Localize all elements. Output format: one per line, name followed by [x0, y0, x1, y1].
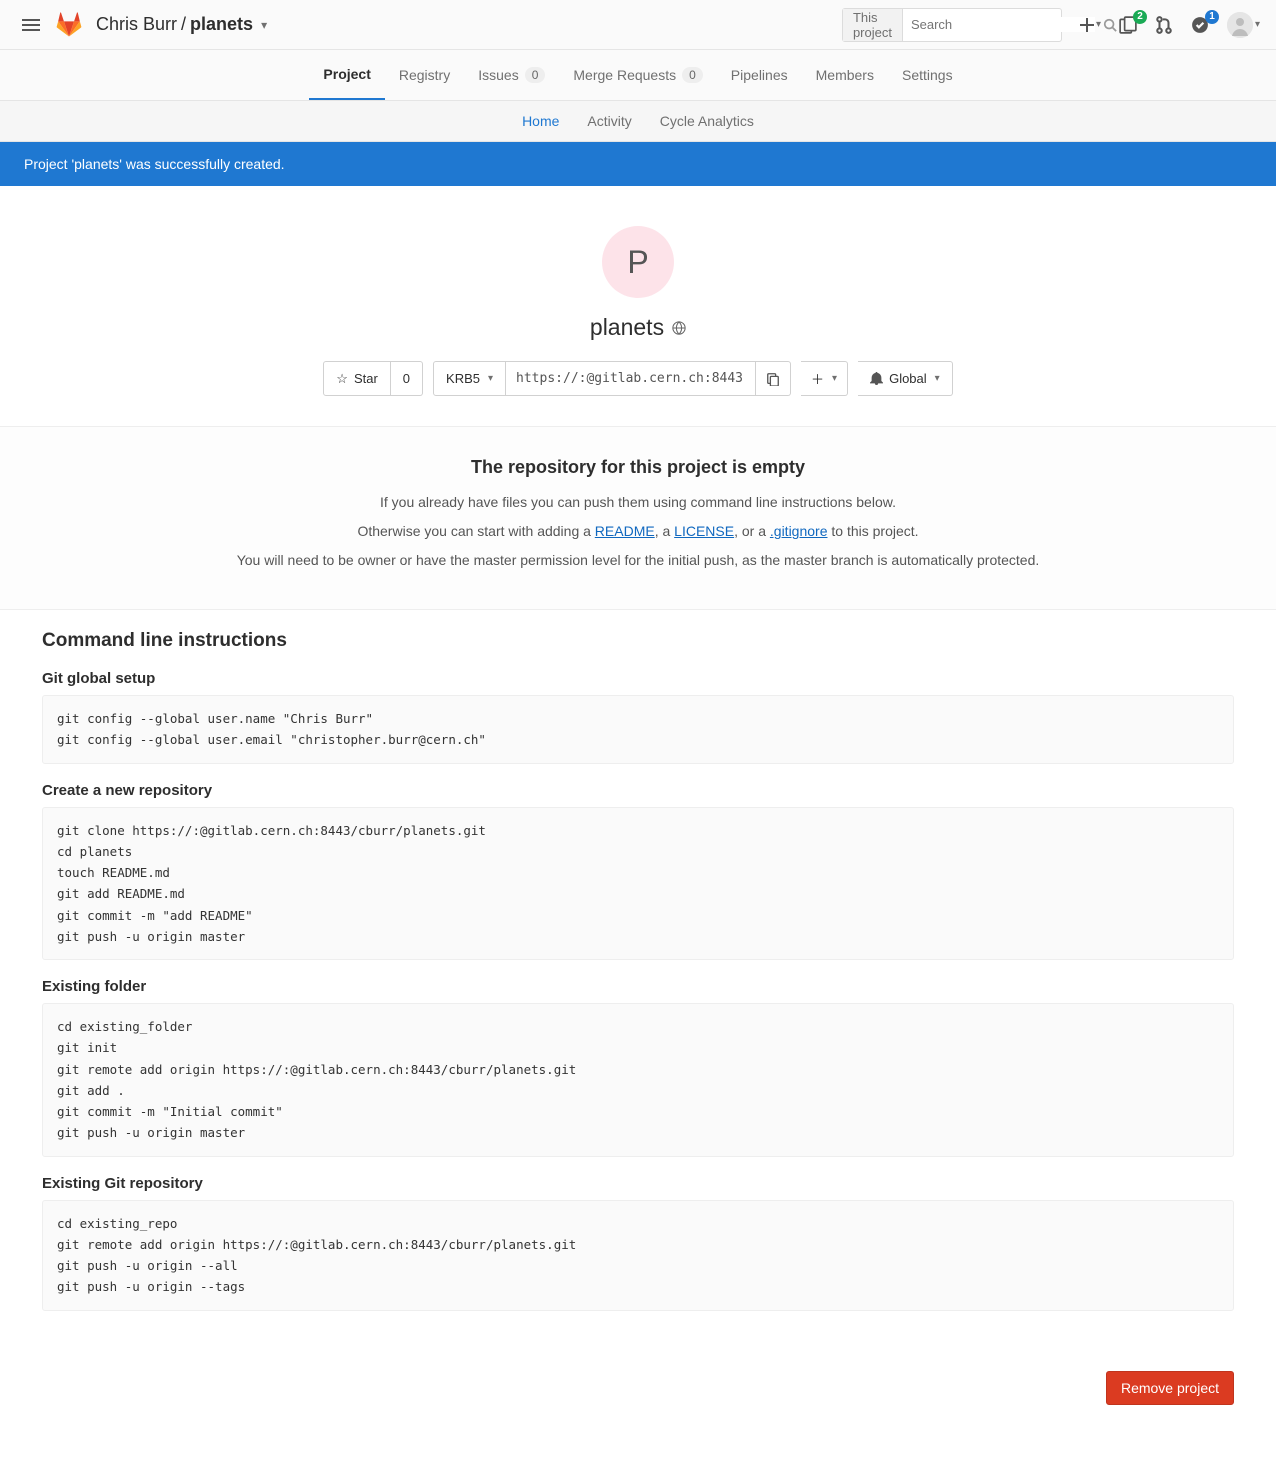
chevron-down-icon: ▾: [935, 373, 940, 384]
star-button[interactable]: ☆Star: [323, 361, 391, 396]
cli-h4: Existing Git repository: [42, 1175, 1234, 1192]
readme-link[interactable]: README: [595, 523, 655, 539]
top-icons: ▾ 2 1 ▾: [1080, 12, 1260, 38]
footer-actions: Remove project: [18, 1351, 1258, 1425]
project-header: P planets ☆Star 0 KRB5 ▾ ＋ ▾ Global ▾: [0, 186, 1276, 426]
empty-line1: If you already have files you can push t…: [20, 492, 1256, 513]
copy-url-button[interactable]: [756, 361, 791, 396]
search-scope: This project: [843, 9, 903, 41]
chevron-down-icon[interactable]: ▾: [257, 18, 267, 32]
breadcrumb-owner[interactable]: Chris Burr: [96, 14, 177, 35]
cli-h2: Create a new repository: [42, 782, 1234, 799]
empty-heading: The repository for this project is empty: [20, 457, 1256, 478]
cli-block-4[interactable]: cd existing_repo git remote add origin h…: [42, 1200, 1234, 1311]
create-new-dropdown[interactable]: ▾: [1080, 18, 1101, 32]
empty-line2: Otherwise you can start with adding a RE…: [20, 521, 1256, 542]
tab-merge-requests[interactable]: Merge Requests0: [559, 50, 716, 100]
action-buttons: ☆Star 0 KRB5 ▾ ＋ ▾ Global ▾: [20, 361, 1256, 396]
notification-dropdown[interactable]: Global ▾: [858, 361, 953, 396]
tab-project[interactable]: Project: [309, 50, 384, 100]
cli-block-1[interactable]: git config --global user.name "Chris Bur…: [42, 695, 1234, 764]
license-link[interactable]: LICENSE: [674, 523, 734, 539]
topbar: Chris Burr / planets ▾ This project ▾ 2 …: [0, 0, 1276, 50]
gitignore-link[interactable]: .gitignore: [770, 523, 828, 539]
sub-nav: Home Activity Cycle Analytics: [0, 101, 1276, 142]
globe-icon: [672, 321, 686, 335]
cli-block-2[interactable]: git clone https://:@gitlab.cern.ch:8443/…: [42, 807, 1234, 961]
tab-issues[interactable]: Issues0: [464, 50, 559, 100]
tab-members[interactable]: Members: [802, 50, 888, 100]
empty-repo-section: The repository for this project is empty…: [0, 426, 1276, 610]
tab-registry[interactable]: Registry: [385, 50, 464, 100]
plus-dropdown[interactable]: ＋ ▾: [801, 361, 848, 396]
breadcrumb: Chris Burr / planets ▾: [96, 14, 267, 35]
merge-requests-icon[interactable]: [1155, 16, 1173, 34]
breadcrumb-project[interactable]: planets: [190, 14, 253, 35]
chevron-down-icon: ▾: [832, 373, 837, 384]
search-input[interactable]: [903, 17, 1095, 32]
empty-line3: You will need to be owner or have the ma…: [20, 550, 1256, 571]
chevron-down-icon: ▾: [488, 373, 493, 384]
cli-heading: Command line instructions: [42, 630, 1234, 652]
flash-success: Project 'planets' was successfully creat…: [0, 142, 1276, 186]
protocol-dropdown[interactable]: KRB5 ▾: [433, 361, 506, 396]
remove-project-button[interactable]: Remove project: [1106, 1371, 1234, 1405]
subtab-cycle[interactable]: Cycle Analytics: [646, 101, 768, 141]
cli-block-3[interactable]: cd existing_folder git init git remote a…: [42, 1003, 1234, 1157]
cli-h1: Git global setup: [42, 670, 1234, 687]
clone-url-input[interactable]: [506, 361, 756, 396]
main-nav: Project Registry Issues0 Merge Requests0…: [0, 50, 1276, 101]
plus-icon: ＋: [811, 369, 824, 388]
tab-settings[interactable]: Settings: [888, 50, 967, 100]
project-name: planets: [20, 314, 1256, 341]
tab-pipelines[interactable]: Pipelines: [717, 50, 802, 100]
user-menu[interactable]: ▾: [1227, 12, 1260, 38]
bell-icon: [870, 372, 883, 385]
todos-badge: 1: [1205, 10, 1219, 24]
star-count[interactable]: 0: [391, 361, 423, 396]
issues-icon[interactable]: 2: [1119, 16, 1137, 34]
subtab-home[interactable]: Home: [508, 101, 573, 141]
todos-icon[interactable]: 1: [1191, 16, 1209, 34]
star-icon: ☆: [336, 371, 348, 387]
issues-badge: 2: [1133, 10, 1147, 24]
cli-h3: Existing folder: [42, 978, 1234, 995]
gitlab-logo-icon[interactable]: [56, 12, 82, 38]
subtab-activity[interactable]: Activity: [573, 101, 645, 141]
hamburger-menu[interactable]: [16, 10, 46, 40]
project-avatar: P: [602, 226, 674, 298]
avatar-icon: [1227, 12, 1253, 38]
cli-instructions: Command line instructions Git global set…: [18, 610, 1258, 1351]
search-box[interactable]: This project: [842, 8, 1062, 42]
